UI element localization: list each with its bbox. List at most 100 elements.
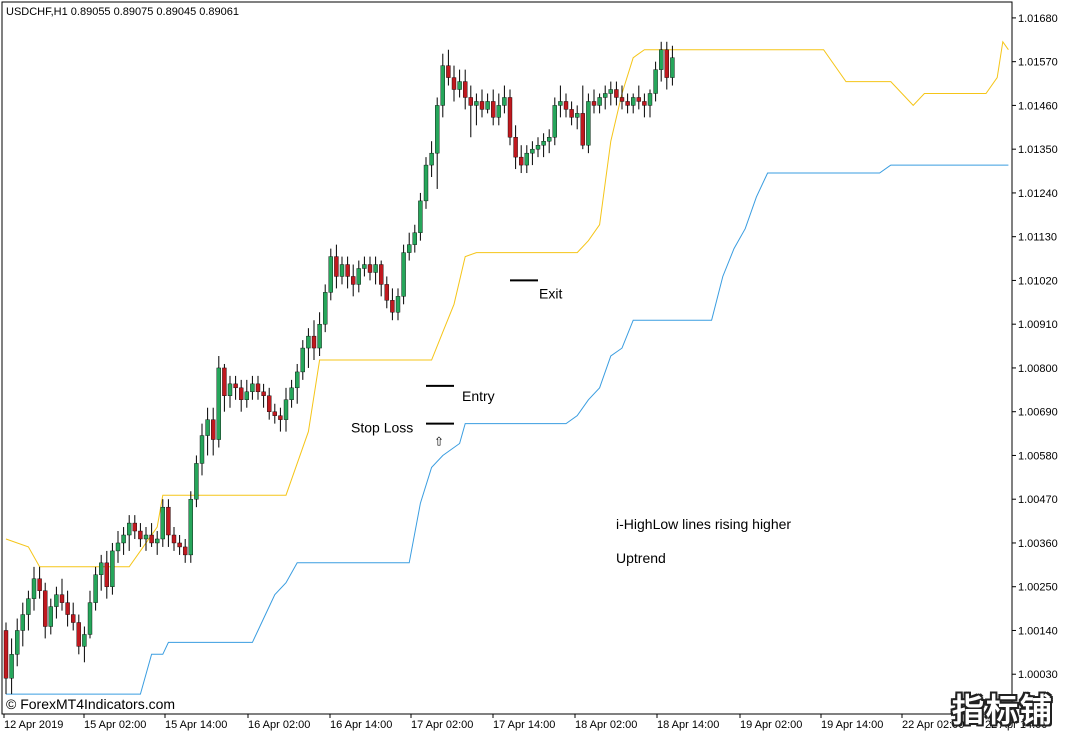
- candle-body: [530, 148, 535, 154]
- price-tick-label: 1.00360: [1018, 538, 1058, 550]
- candle-body: [373, 264, 378, 273]
- candle-body: [138, 530, 143, 540]
- candle-body: [283, 399, 289, 420]
- candle-body: [362, 264, 367, 269]
- candle-body: [3, 630, 9, 679]
- candle-body: [390, 300, 395, 313]
- candle-body: [194, 463, 199, 500]
- candle-body: [323, 292, 328, 325]
- candle-body: [149, 534, 154, 544]
- price-tick-label: 1.00800: [1018, 363, 1058, 375]
- candle-body: [76, 622, 82, 647]
- candle-body: [603, 93, 608, 98]
- candle-body: [524, 152, 529, 166]
- candle-body: [586, 101, 591, 146]
- up-arrow-icon: ⇧: [434, 435, 444, 449]
- time-tick-label: 15 Apr 02:00: [84, 719, 146, 731]
- candle-body: [205, 419, 210, 436]
- candle: [401, 244, 406, 305]
- candle-body: [384, 284, 389, 301]
- candle-body: [558, 101, 563, 106]
- candle-body: [110, 550, 115, 587]
- price-tick-label: 1.00690: [1018, 407, 1058, 419]
- candle-body: [591, 101, 597, 106]
- candle-body: [496, 105, 501, 118]
- candle-body: [418, 200, 423, 233]
- exit-label: Exit: [539, 285, 562, 301]
- candle-body: [70, 614, 76, 623]
- entry-label: Entry: [462, 388, 495, 404]
- candle-body: [59, 594, 65, 603]
- candle-body: [642, 101, 647, 106]
- candle-body: [435, 105, 440, 154]
- candle-body: [166, 506, 171, 536]
- candle-body: [351, 276, 356, 285]
- candle-body: [311, 335, 317, 349]
- price-tick-label: 1.00140: [1018, 625, 1058, 637]
- candle-body: [513, 137, 518, 158]
- candle-body: [306, 335, 311, 349]
- price-tick-label: 1.01240: [1018, 188, 1058, 200]
- chart-background: [0, 0, 1068, 735]
- candle-body: [26, 598, 31, 615]
- candle-body: [87, 602, 93, 635]
- candle-body: [552, 105, 557, 138]
- candle-body: [54, 594, 59, 607]
- candle-body: [104, 562, 110, 587]
- time-tick-label: 15 Apr 14:00: [165, 719, 227, 731]
- candle-body: [446, 65, 451, 78]
- candle-body: [261, 391, 266, 396]
- candle-body: [670, 57, 675, 78]
- candle: [216, 356, 222, 448]
- watermark-text: © ForexMT4Indicators.com: [6, 696, 175, 712]
- candle-body: [20, 614, 25, 631]
- candle-body: [177, 542, 182, 548]
- candle-body: [250, 383, 255, 393]
- candle: [423, 157, 429, 209]
- candle-body: [395, 296, 401, 313]
- candle-body: [479, 101, 485, 110]
- candle-body: [429, 152, 434, 166]
- candle-body: [597, 97, 602, 106]
- candle-body: [575, 113, 580, 118]
- candle-body: [43, 590, 48, 627]
- price-tick-label: 1.00910: [1018, 319, 1058, 331]
- candle-body: [188, 499, 194, 556]
- candle-body: [451, 77, 457, 90]
- highlow-annotation: i-HighLow lines rising higher: [616, 516, 791, 532]
- candle-body: [367, 264, 373, 273]
- candle-body: [289, 387, 294, 400]
- candle-body: [48, 606, 53, 627]
- candle-body: [98, 562, 104, 575]
- time-tick-label: 18 Apr 14:00: [657, 719, 719, 731]
- candle-body: [625, 101, 630, 106]
- candle-body: [563, 101, 569, 110]
- candle-body: [233, 383, 238, 389]
- price-chart[interactable]: 1.01680 1.01570 1.01460 1.01350 1.01240 1.011…: [0, 0, 1068, 735]
- time-tick-label: 19 Apr 14:00: [821, 719, 883, 731]
- candle-body: [664, 49, 669, 78]
- candle-body: [171, 534, 177, 544]
- candle-body: [93, 574, 98, 603]
- candle: [188, 491, 194, 563]
- candle-body: [115, 542, 121, 552]
- candle-body: [535, 144, 541, 150]
- candle-body: [491, 101, 496, 118]
- price-tick-label: 1.00580: [1018, 450, 1058, 462]
- candle-body: [631, 97, 636, 106]
- candle-body: [547, 137, 552, 142]
- candle-body: [255, 383, 261, 393]
- candle: [194, 455, 199, 508]
- candle-body: [580, 113, 585, 146]
- price-tick-label: 1.01570: [1018, 57, 1058, 69]
- price-tick-label: 1.00030: [1018, 669, 1058, 681]
- candle-body: [379, 264, 384, 285]
- candle-body: [317, 323, 322, 349]
- candle-body: [65, 602, 70, 615]
- candle-body: [407, 244, 412, 253]
- candle-body: [474, 101, 479, 106]
- candle-body: [440, 65, 445, 106]
- candle-body: [519, 156, 524, 166]
- candle-body: [9, 654, 14, 679]
- time-tick-label: 17 Apr 14:00: [493, 719, 555, 731]
